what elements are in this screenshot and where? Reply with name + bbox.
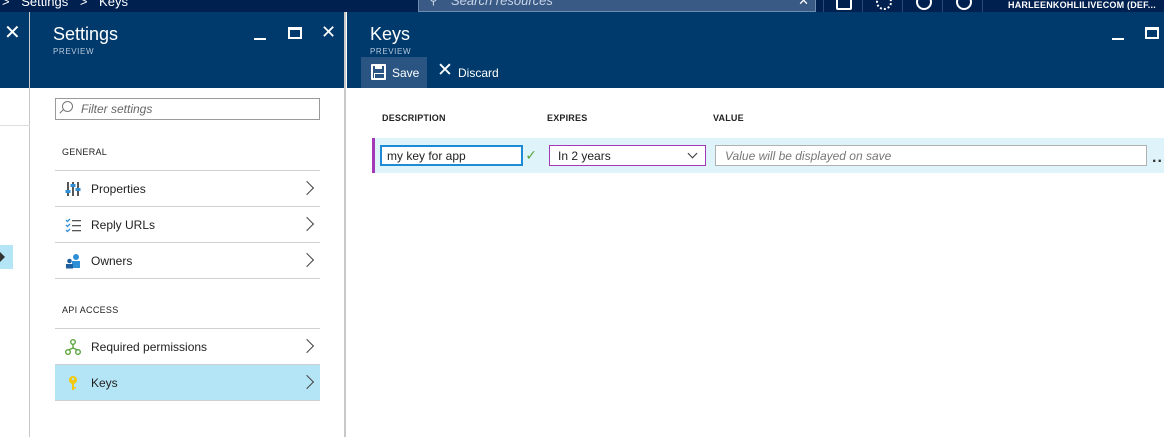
keys-title: Keys: [370, 24, 411, 44]
nav-item-properties[interactable]: Properties: [55, 170, 320, 206]
feedback-smiley-icon[interactable]: [916, 0, 932, 10]
more-options-icon[interactable]: ...: [1152, 149, 1164, 167]
chevron-right-icon: [299, 216, 315, 232]
search-placeholder: Search resources: [451, 0, 553, 8]
maximize-icon[interactable]: [288, 27, 302, 39]
save-button[interactable]: Save: [361, 57, 427, 88]
nav-item-label: Keys: [91, 376, 118, 390]
key-value-placeholder: Value will be displayed on save: [725, 149, 892, 163]
nav-item-required-permissions[interactable]: Required permissions: [55, 328, 320, 364]
save-icon: [371, 64, 386, 80]
discard-button[interactable]: ✕ Discard: [433, 57, 501, 88]
nav-item-reply-urls[interactable]: Reply URLs: [55, 206, 320, 242]
toolbar-divider: [862, 0, 863, 12]
search-icon: ⚲: [429, 0, 438, 7]
settings-title: Settings: [53, 24, 119, 44]
key-description-value: my key for app: [387, 149, 466, 163]
selected-arrow-icon: [0, 252, 5, 262]
key-row: my key for app ✓ In 2 years Value will b…: [372, 138, 1164, 173]
breadcrumb-sep: >: [79, 0, 88, 9]
settings-gear-icon[interactable]: [876, 0, 892, 10]
group-api-access-label: API ACCESS: [62, 305, 119, 315]
nav-item-label: Properties: [91, 182, 146, 196]
collapsed-blade-header: ✕: [0, 12, 29, 88]
breadcrumb-settings[interactable]: Settings: [21, 0, 68, 9]
key-value-field: Value will be displayed on save: [715, 145, 1147, 166]
toolbar-divider: [902, 0, 903, 12]
top-bar: > Settings > Keys ⚲ Search resources ✕ H…: [0, 0, 1164, 12]
help-icon[interactable]: [956, 0, 972, 10]
nav-item-label: Owners: [91, 254, 133, 268]
settings-blade: Settings PREVIEW ✕ Filter settings GENER…: [30, 12, 346, 437]
key-icon: [69, 376, 77, 390]
column-header-expires: EXPIRES: [547, 113, 588, 123]
toolbar-divider: [823, 0, 824, 12]
settings-subtitle: PREVIEW: [53, 47, 95, 56]
toolbar-divider: [982, 0, 983, 12]
minimize-icon[interactable]: [1112, 38, 1124, 40]
network-icon: [65, 339, 81, 355]
clear-search-icon[interactable]: ✕: [798, 0, 809, 9]
discard-label: Discard: [458, 66, 499, 80]
key-description-input[interactable]: my key for app ✓: [380, 145, 537, 166]
chevron-right-icon: [299, 338, 315, 354]
chevron-right-icon: [299, 374, 315, 390]
nav-item-owners[interactable]: Owners: [55, 242, 320, 278]
nav-item-label: Reply URLs: [91, 218, 156, 232]
search-icon: [62, 101, 73, 112]
keys-blade: Keys PREVIEW Save ✕ Discard DESCRIPTION …: [347, 12, 1164, 437]
expires-value: In 2 years: [558, 149, 611, 163]
breadcrumb: > Settings > Keys: [2, 0, 136, 9]
nav-item-keys[interactable]: Keys: [55, 364, 320, 400]
column-header-value: VALUE: [713, 113, 744, 123]
sliders-icon: [65, 182, 81, 196]
divider: [55, 400, 320, 401]
chevron-down-icon: [687, 148, 698, 159]
people-icon: [66, 254, 80, 269]
close-icon[interactable]: ✕: [4, 20, 21, 45]
settings-blade-header: Settings PREVIEW ✕: [30, 12, 344, 88]
keys-subtitle: PREVIEW: [370, 47, 412, 56]
discard-icon: ✕: [437, 60, 453, 81]
breadcrumb-keys[interactable]: Keys: [99, 0, 128, 9]
keys-blade-header: Keys PREVIEW Save ✕ Discard: [347, 12, 1164, 88]
maximize-icon[interactable]: [1145, 27, 1159, 39]
checklist-icon: [65, 218, 81, 233]
chevron-right-icon: [299, 252, 315, 268]
filter-settings-input[interactable]: Filter settings: [55, 98, 320, 120]
search-resources-input[interactable]: ⚲ Search resources ✕: [418, 0, 816, 12]
collapsed-blade: ✕: [0, 12, 30, 437]
column-header-description: DESCRIPTION: [382, 113, 446, 123]
save-label: Save: [392, 66, 420, 80]
minimize-icon[interactable]: [254, 38, 266, 40]
expires-select[interactable]: In 2 years: [549, 145, 706, 166]
nav-item-label: Required permissions: [91, 340, 208, 354]
close-icon[interactable]: ✕: [321, 22, 336, 42]
divider: [0, 125, 30, 126]
breadcrumb-sep: >: [2, 0, 10, 9]
divider: [55, 278, 320, 279]
chevron-right-icon: [299, 180, 315, 196]
user-account[interactable]: HARLEENKOHLILIVECOM (DEF...: [1008, 0, 1156, 10]
valid-checkmark-icon: ✓: [525, 147, 537, 163]
toolbar-divider: [942, 0, 943, 12]
filter-placeholder: Filter settings: [81, 102, 153, 116]
group-general-label: GENERAL: [62, 147, 108, 157]
notifications-icon[interactable]: [836, 0, 852, 10]
